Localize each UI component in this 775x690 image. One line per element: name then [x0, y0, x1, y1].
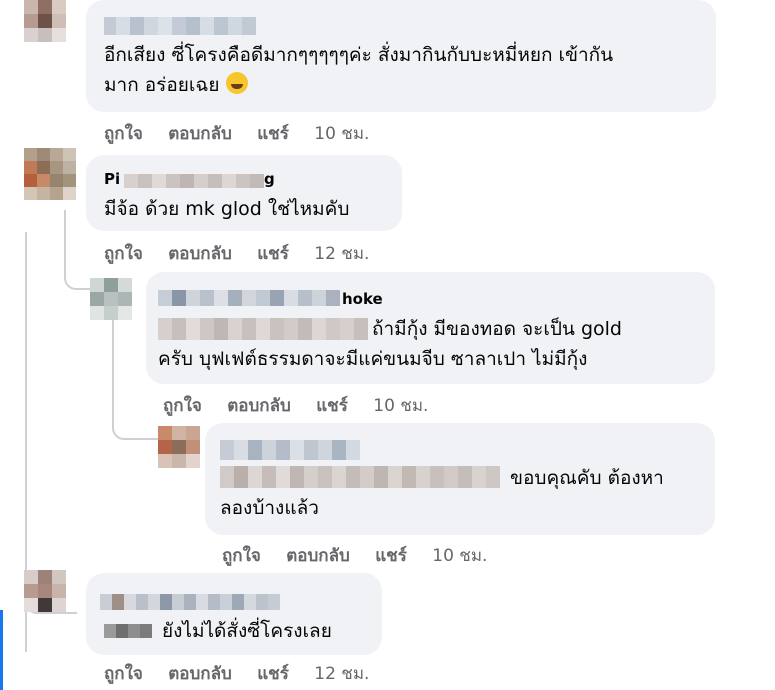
comment-line: มีจ้อ ด้วย mk glod ใช่ไหมคับ [104, 198, 350, 220]
like-button[interactable]: ถูกใจ [104, 244, 143, 264]
avatar[interactable] [158, 426, 200, 468]
timestamp[interactable]: 12 ชม. [314, 664, 369, 684]
author-name-suffix: g [264, 170, 275, 188]
like-button[interactable]: ถูกใจ [104, 124, 143, 144]
like-button[interactable]: ถูกใจ [104, 664, 143, 684]
share-button[interactable]: แชร์ [375, 546, 407, 566]
comment-line: มาก อร่อยเฉย [104, 70, 613, 100]
reply-button[interactable]: ตอบกลับ [168, 244, 232, 264]
comment-line: ครับ บุฟเฟต์ธรรมดาจะมีแค่ขนมจีบ ซาลาเปา … [158, 348, 588, 370]
thread-line [64, 210, 90, 290]
timestamp[interactable]: 10 ชม. [314, 124, 369, 144]
author-name-suffix: hoke [342, 290, 383, 308]
comment-text: อีกเสียง ซี่โครงคือดีมากๆๆๆๆๆค่ะ สั่งมาก… [104, 40, 613, 100]
rolling-laughing-emoji-icon [225, 72, 248, 94]
like-button[interactable]: ถูกใจ [222, 546, 261, 566]
comment-line: อีกเสียง ซี่โครงคือดีมากๆๆๆๆๆค่ะ สั่งมาก… [104, 44, 614, 66]
comment-text: ถ้ามีกุ้ง มีของทอด จะเป็น gold ครับ บุฟเ… [158, 314, 622, 374]
reply-button[interactable]: ตอบกลับ [286, 546, 350, 566]
focus-indicator [0, 610, 3, 690]
comment-actions: ถูกใจ ตอบกลับ แชร์ 12 ชม. [104, 660, 369, 687]
comment-line-text: มาก อร่อยเฉย [104, 74, 220, 96]
author-name-redacted[interactable] [100, 594, 280, 610]
comment-line: ขอบคุณคับ ต้องหา [510, 467, 664, 489]
comment-line: ถ้ามีกุ้ง มีของทอด จะเป็น gold [372, 318, 622, 340]
timestamp[interactable]: 10 ชม. [432, 546, 487, 566]
author-name-redacted[interactable] [124, 174, 264, 188]
like-button[interactable]: ถูกใจ [163, 396, 202, 416]
comment-line: ยังไม่ได้สั่งซี่โครงเลย [162, 620, 332, 642]
share-button[interactable]: แชร์ [257, 244, 289, 264]
comment-line: ลองบ้างแล้ว [220, 497, 319, 519]
comment-actions: ถูกใจ ตอบกลับ แชร์ 10 ชม. [104, 120, 369, 147]
author-name-text: Pi [104, 170, 121, 188]
comment-actions: ถูกใจ ตอบกลับ แชร์ 12 ชม. [104, 240, 369, 267]
comment-text: ขอบคุณคับ ต้องหา ลองบ้างแล้ว [220, 463, 664, 523]
comment-actions: ถูกใจ ตอบกลับ แชร์ 10 ชม. [222, 542, 487, 569]
avatar[interactable] [24, 0, 66, 42]
reply-button[interactable]: ตอบกลับ [168, 124, 232, 144]
reply-button[interactable]: ตอบกลับ [227, 396, 291, 416]
timestamp[interactable]: 10 ชม. [373, 396, 428, 416]
share-button[interactable]: แชร์ [257, 124, 289, 144]
avatar[interactable] [90, 278, 132, 320]
author-name-redacted[interactable] [158, 290, 340, 306]
author-name-redacted[interactable] [104, 17, 256, 35]
reply-button[interactable]: ตอบกลับ [168, 664, 232, 684]
share-button[interactable]: แชร์ [257, 664, 289, 684]
avatar[interactable] [24, 570, 66, 612]
comment-text: มีจ้อ ด้วย mk glod ใช่ไหมคับ [104, 194, 349, 224]
avatar[interactable] [24, 148, 76, 200]
author-name-redacted[interactable] [220, 440, 360, 460]
timestamp[interactable]: 12 ชม. [314, 244, 369, 264]
comment-text: ยังไม่ได้สั่งซี่โครงเลย [104, 616, 332, 646]
author-name[interactable]: Pi [104, 170, 120, 188]
comment-actions: ถูกใจ ตอบกลับ แชร์ 10 ชม. [163, 392, 428, 419]
share-button[interactable]: แชร์ [316, 396, 348, 416]
